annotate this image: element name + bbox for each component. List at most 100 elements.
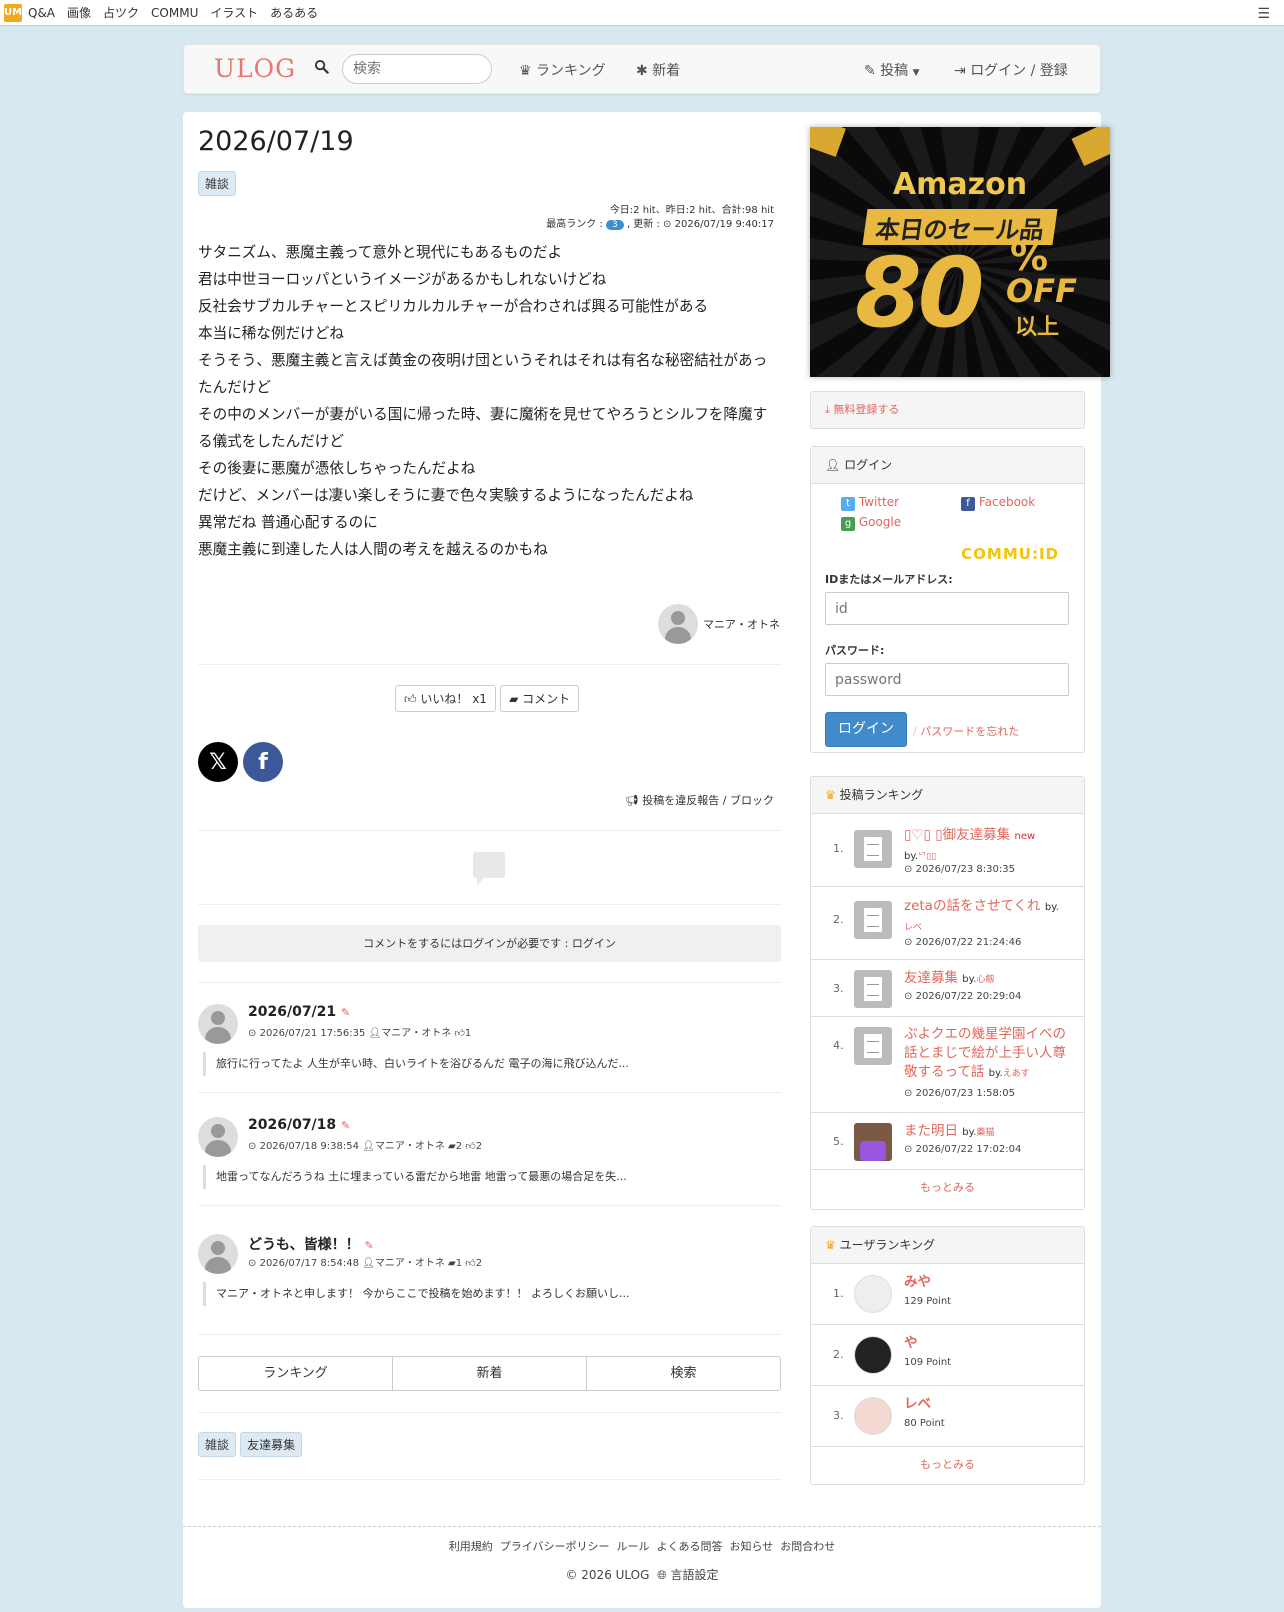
thumbs-up-icon: 👍︎	[465, 1258, 476, 1269]
other-post-title[interactable]: 2026/07/21 ✎	[248, 1004, 350, 1020]
document-icon	[854, 901, 892, 939]
search-icon[interactable]	[314, 59, 329, 78]
user-avatar[interactable]	[854, 1275, 892, 1313]
topbar-link-uranai[interactable]: 占ツク	[103, 4, 139, 21]
site-logo[interactable]: UM	[4, 3, 22, 22]
ad-off: OFF	[1006, 272, 1077, 310]
ranking-item[interactable]: 3. 友達募集 by.心劔 ⊙ 2026/07/22 20:29:04	[811, 960, 1084, 1017]
facebook-login-link[interactable]: f Facebook	[961, 495, 1035, 511]
user-ranking-item[interactable]: 3. レベ 80 Point	[811, 1386, 1084, 1447]
topbar-link-aruaru[interactable]: あるある	[270, 4, 318, 21]
ranking-item[interactable]: 2. zetaの話をさせてくれ by. レベ ⊙ 2026/07/22 21:24…	[811, 887, 1084, 960]
topbar-link-commu[interactable]: COMMU	[151, 6, 198, 20]
ranking-user[interactable]: 藥猫	[976, 1128, 994, 1138]
footer-link-privacy[interactable]: プライバシーポリシー	[500, 1540, 610, 1553]
topbar-link-qa[interactable]: Q&A	[28, 6, 55, 20]
other-post-title-text: 2026/07/18	[248, 1117, 337, 1133]
tab-ranking[interactable]: ランキング	[199, 1357, 393, 1390]
ad-brand: Amazon	[892, 167, 1028, 202]
user-ranking-item[interactable]: 2. や 109 Point	[811, 1325, 1084, 1386]
ranking-item[interactable]: 1. ▯♡▯ ▯御友達募集 new by.ᄓ▯▯ ⊙ 2026/07/23 8:3…	[811, 814, 1084, 887]
footer-link-news[interactable]: お知らせ	[730, 1540, 774, 1553]
login-button[interactable]: ログイン	[825, 712, 907, 747]
nav-login[interactable]: ⇥ ログイン / 登録	[954, 60, 1068, 80]
tag-friends[interactable]: 友達募集	[240, 1432, 303, 1457]
like-button[interactable]: 👍︎ いいね！ x1	[395, 685, 496, 712]
other-post-title[interactable]: どうも、皆様！！ ✎	[248, 1234, 374, 1254]
hamburger-icon[interactable]: ☰	[1257, 6, 1270, 22]
user-ranking-item[interactable]: 1. みや 129 Point	[811, 1264, 1084, 1325]
by-label: by.	[904, 851, 919, 862]
other-post-snippet: マニア・オトネと申します！ 今からここで投稿を始めます！！ よろしくお願いし..…	[203, 1282, 629, 1306]
other-post-likes: 1	[464, 1028, 472, 1039]
ranking-title[interactable]: ▯♡▯ ▯御友達募集 new by.ᄓ▯▯	[904, 826, 1074, 867]
other-post-likes: 2	[475, 1141, 483, 1152]
user-ranking-panel: ♛ ユーザランキング 1. みや 129 Point 2. や 109 Poin…	[810, 1226, 1085, 1485]
forgot-password-link[interactable]: / パスワードを忘れた	[913, 723, 1019, 739]
post-rank-meta: 最高ランク : 3 , 更新 : ⊙ 2026/07/19 9:40:17	[546, 215, 774, 230]
user-name[interactable]: レベ	[904, 1395, 1074, 1414]
search-input[interactable]	[342, 54, 492, 84]
ranking-item[interactable]: 5. また明日 by.藥猫 ⊙ 2026/07/22 17:02:04	[811, 1113, 1084, 1170]
id-input[interactable]	[825, 592, 1069, 625]
footer-link-terms[interactable]: 利用規約	[449, 1540, 493, 1553]
comment-button[interactable]: ▰ コメント	[500, 685, 580, 712]
ranking-datetime: ⊙ 2026/07/22 17:02:04	[904, 1144, 1021, 1155]
brand-logo[interactable]: ULOG	[214, 54, 296, 83]
divider	[198, 830, 781, 831]
user-avatar[interactable]	[854, 1397, 892, 1435]
user-name[interactable]: みや	[904, 1273, 1074, 1292]
ranking-user[interactable]: えあす	[1003, 1069, 1030, 1079]
globe-icon: 🌐︎	[657, 1568, 667, 1582]
tag-chat[interactable]: 雑談	[198, 1432, 237, 1457]
ranking-item[interactable]: 4. ぷよクエの幾星学園イベの話とまじで絵が上手い人尊敬するって話 by.えあす…	[811, 1017, 1084, 1113]
report-link[interactable]: 📢︎ 投稿を違反報告 / ブロック	[625, 792, 774, 808]
register-link[interactable]: ⤓ 無料登録する	[811, 392, 1084, 428]
amazon-sale-ad[interactable]: Amazon 本日のセール品 80 % OFF 以上	[810, 127, 1110, 377]
other-post-comments: 1	[455, 1258, 463, 1269]
nav-post[interactable]: ✎ 投稿 ▼	[864, 60, 920, 80]
post-author[interactable]: マニア・オトネ	[658, 604, 780, 644]
footer-link-contact[interactable]: お問合わせ	[780, 1540, 835, 1553]
other-post-title[interactable]: 2026/07/18 ✎	[248, 1117, 350, 1133]
divider	[198, 1412, 781, 1413]
google-login-link[interactable]: g Google	[841, 515, 901, 531]
user-name[interactable]: や	[904, 1334, 1074, 1353]
tab-search[interactable]: 検索	[587, 1357, 780, 1390]
footer-link-faq[interactable]: よくある問答	[657, 1540, 723, 1553]
login-required-notice[interactable]: コメントをするにはログインが必要です : ログイン	[198, 925, 781, 962]
twitter-login-link[interactable]: t Twitter	[841, 495, 899, 511]
comment-icon: ▰	[448, 1141, 456, 1152]
ranking-title[interactable]: ぷよクエの幾星学園イベの話とまじで絵が上手い人尊敬するって話 by.えあす	[904, 1025, 1074, 1084]
topbar-link-images[interactable]: 画像	[67, 4, 91, 21]
password-input[interactable]	[825, 663, 1069, 696]
share-facebook-button[interactable]: f	[243, 742, 283, 782]
post-tag[interactable]: 雑談	[198, 171, 237, 196]
ranking-title[interactable]: zetaの話をさせてくれ by. レベ	[904, 897, 1074, 938]
by-label: by.	[962, 1127, 977, 1138]
language-settings-link[interactable]: 言語設定	[671, 1568, 719, 1582]
thumbs-up-icon: 👍︎	[465, 1141, 476, 1152]
nav-ranking[interactable]: ♛ ランキング	[519, 60, 606, 80]
ad-suffix: 以上	[1015, 315, 1060, 340]
ranking-user[interactable]: ᄓ▯▯	[918, 852, 936, 862]
ranking-user[interactable]: レベ	[904, 923, 922, 933]
author-avatar[interactable]	[658, 604, 698, 644]
nav-new[interactable]: ✱ 新着	[636, 60, 680, 80]
ranking-user[interactable]: 心劔	[976, 975, 994, 985]
share-x-button[interactable]: 𝕏	[198, 742, 238, 782]
post-thumbnail	[854, 1123, 892, 1161]
author-name[interactable]: マニア・オトネ	[703, 616, 780, 632]
post-ranking-more-link[interactable]: もっとみる	[811, 1170, 1084, 1206]
tab-new[interactable]: 新着	[393, 1357, 587, 1390]
topbar-link-illust[interactable]: イラスト	[210, 4, 258, 21]
ranking-title[interactable]: また明日 by.藥猫	[904, 1122, 1074, 1143]
ranking-title[interactable]: 友達募集 by.心劔	[904, 969, 1074, 990]
twitter-icon: t	[841, 497, 855, 511]
updated-datetime: 2026/07/19 9:40:17	[674, 219, 774, 230]
user-ranking-more-link[interactable]: もっとみる	[811, 1447, 1084, 1483]
user-avatar[interactable]	[854, 1336, 892, 1374]
top-bar: UM Q&A 画像 占ツク COMMU イラスト あるある ☰	[0, 0, 1284, 26]
rank-number: 3.	[833, 1409, 844, 1422]
footer-link-rules[interactable]: ルール	[617, 1540, 650, 1553]
